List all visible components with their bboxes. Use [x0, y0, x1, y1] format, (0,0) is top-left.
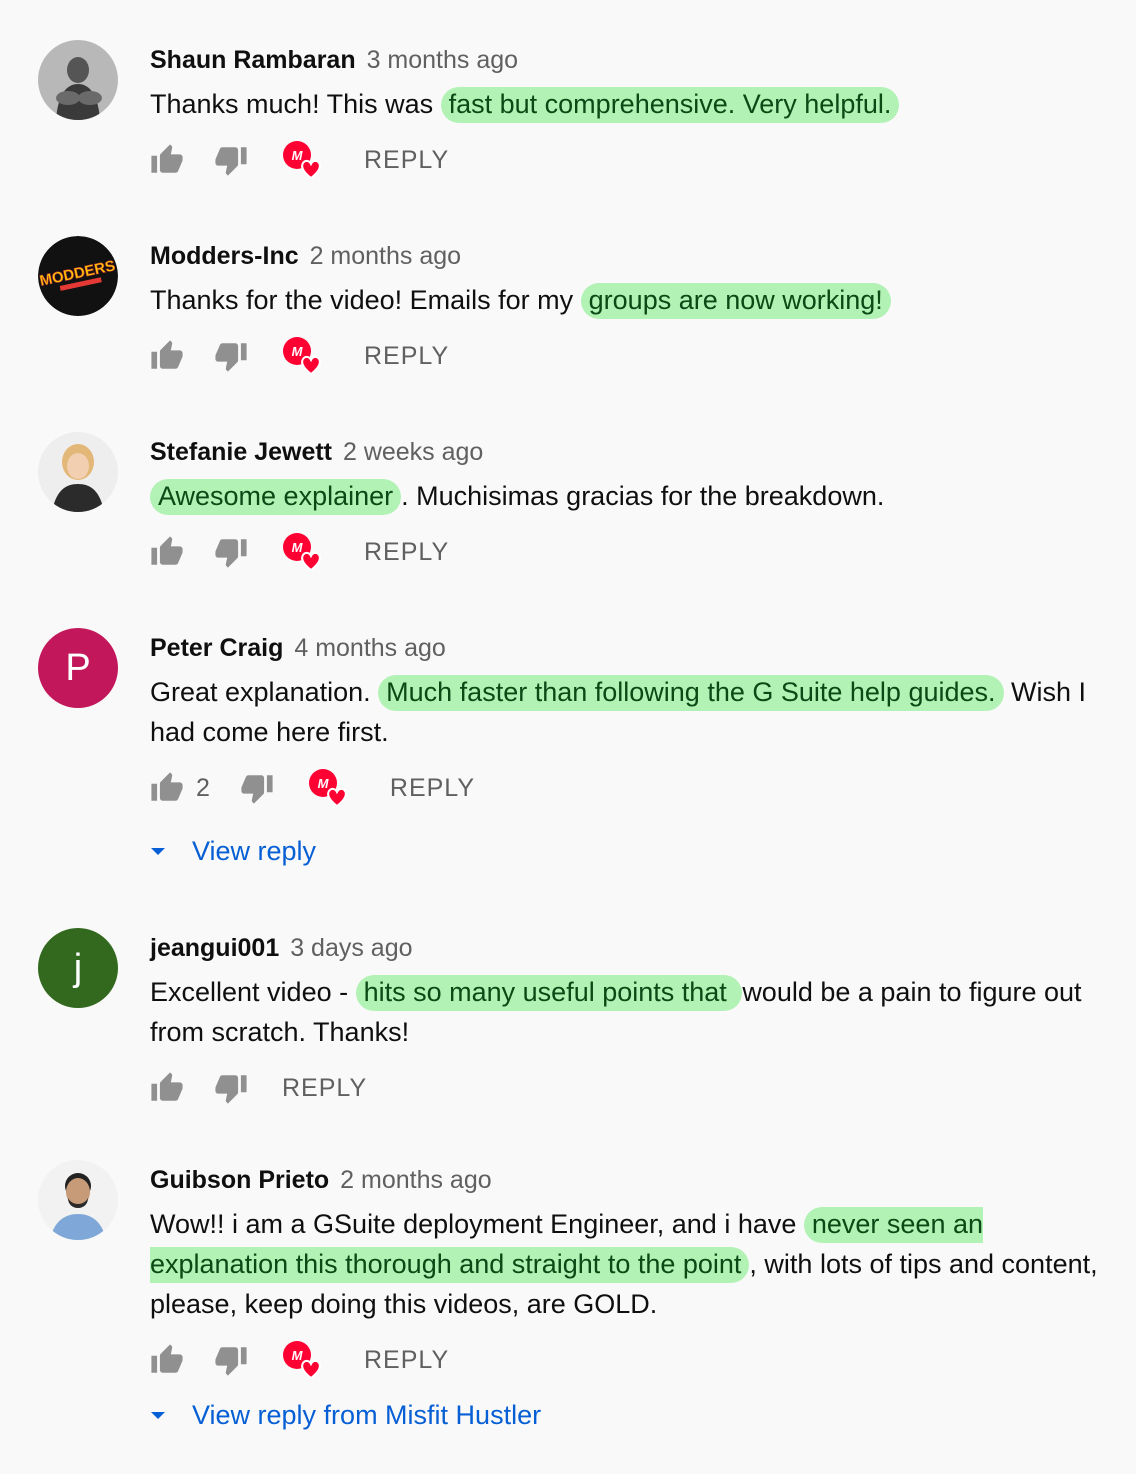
author-name[interactable]: Shaun Rambaran: [150, 46, 356, 74]
svg-text:M: M: [292, 540, 304, 555]
chevron-down-icon: [146, 840, 170, 864]
comment-text: Thanks for the video! Emails for my grou…: [150, 280, 1110, 320]
view-replies-button[interactable]: View reply from Misfit Hustler: [146, 1400, 541, 1431]
avatar-letter: j: [73, 946, 83, 989]
text-segment: Thanks for the video! Emails for my: [150, 285, 581, 315]
timestamp[interactable]: 2 weeks ago: [343, 438, 483, 466]
timestamp[interactable]: 2 months ago: [310, 242, 462, 270]
user-photo-icon: [38, 1160, 118, 1240]
highlighted-text: fast but comprehensive. Very helpful.: [440, 87, 900, 123]
comment-actions: M REPLY: [150, 532, 1110, 572]
comment-actions: M REPLY: [150, 336, 1110, 376]
avatar[interactable]: [38, 1160, 118, 1240]
thumbs-down-icon[interactable]: [214, 143, 248, 177]
comment-header: Peter Craig 4 months ago: [150, 628, 1110, 668]
highlighted-text: Much faster than following the G Suite h…: [378, 675, 1004, 711]
comment-header: Shaun Rambaran 3 months ago: [150, 40, 1110, 80]
creator-heart-icon: M: [282, 336, 324, 376]
reply-button[interactable]: REPLY: [364, 342, 449, 371]
timestamp[interactable]: 3 days ago: [290, 934, 412, 962]
author-name[interactable]: Stefanie Jewett: [150, 438, 332, 466]
timestamp[interactable]: 3 months ago: [367, 46, 519, 74]
reply-button[interactable]: REPLY: [390, 774, 475, 803]
like-count: 2: [196, 773, 210, 802]
thumbs-up-icon[interactable]: [150, 1343, 184, 1377]
comment-body: Peter Craig 4 months ago Great explanatio…: [150, 628, 1110, 808]
thumbs-up-icon[interactable]: [150, 339, 184, 373]
comment-actions: M REPLY: [150, 1340, 1110, 1380]
text-segment: Excellent video -: [150, 977, 356, 1007]
view-replies-label: View reply: [192, 836, 317, 866]
avatar[interactable]: MODDERS: [38, 236, 118, 316]
avatar[interactable]: j: [38, 928, 118, 1008]
svg-text:M: M: [317, 776, 329, 791]
avatar[interactable]: P: [38, 628, 118, 708]
avatar-letter: P: [65, 646, 91, 689]
text-segment: Thanks much! This was: [150, 89, 441, 119]
text-segment: Wow!! i am a GSuite deployment Engineer,…: [150, 1209, 804, 1239]
highlighted-text: groups are now working!: [580, 283, 891, 319]
comment-body: jeangui001 3 days ago Excellent video - h…: [150, 928, 1110, 1108]
comment-text: Wow!! i am a GSuite deployment Engineer,…: [150, 1204, 1110, 1324]
comment-actions: 2 M REPLY: [150, 768, 1110, 808]
comment-text: Awesome explainer. Muchisimas gracias fo…: [150, 476, 1110, 516]
comment-body: Stefanie Jewett 2 weeks ago Awesome expla…: [150, 432, 1110, 572]
avatar[interactable]: [38, 432, 118, 512]
comments-list: Shaun Rambaran 3 months ago Thanks much! …: [0, 0, 1136, 1474]
author-name[interactable]: Modders-Inc: [150, 242, 299, 270]
author-name[interactable]: jeangui001: [150, 934, 279, 962]
thumbs-down-icon[interactable]: [214, 535, 248, 569]
view-replies-button[interactable]: View reply: [146, 836, 316, 867]
user-photo-icon: [38, 432, 118, 512]
thumbs-down-icon[interactable]: [214, 1071, 248, 1105]
text-segment: Great explanation.: [150, 677, 379, 707]
reply-button[interactable]: REPLY: [364, 1346, 449, 1375]
user-photo-icon: [38, 40, 118, 120]
comment-header: jeangui001 3 days ago: [150, 928, 1110, 968]
creator-heart-icon: M: [282, 1340, 324, 1380]
reply-button[interactable]: REPLY: [364, 146, 449, 175]
creator-heart-icon: M: [308, 768, 350, 808]
thumbs-up-icon[interactable]: [150, 535, 184, 569]
thumbs-down-icon[interactable]: [214, 1343, 248, 1377]
comment-text: Great explanation. Much faster than foll…: [150, 672, 1110, 752]
view-replies-label: View reply from Misfit Hustler: [192, 1400, 542, 1430]
comment-actions: M REPLY: [150, 140, 1110, 180]
reply-button[interactable]: REPLY: [364, 538, 449, 567]
chevron-down-icon: [146, 1404, 170, 1428]
thumbs-down-icon[interactable]: [214, 339, 248, 373]
comment-body: Guibson Prieto 2 months ago Wow!! i am a …: [150, 1160, 1110, 1380]
comment-header: Modders-Inc 2 months ago: [150, 236, 1110, 276]
reply-button[interactable]: REPLY: [282, 1074, 367, 1103]
comment-actions: REPLY: [150, 1068, 1110, 1108]
creator-heart-icon: M: [282, 140, 324, 180]
author-name[interactable]: Peter Craig: [150, 634, 283, 662]
comment-text: Thanks much! This was fast but comprehen…: [150, 84, 1110, 124]
comment-text: Excellent video - hits so many useful po…: [150, 972, 1110, 1052]
creator-heart-icon: M: [282, 532, 324, 572]
comment-header: Guibson Prieto 2 months ago: [150, 1160, 1110, 1200]
text-segment: . Muchisimas gracias for the breakdown.: [401, 481, 885, 511]
timestamp[interactable]: 2 months ago: [340, 1166, 492, 1194]
thumbs-up-icon[interactable]: [150, 1071, 184, 1105]
highlighted-text: Awesome explainer: [150, 479, 402, 515]
thumbs-down-icon[interactable]: [240, 771, 274, 805]
comment-body: Shaun Rambaran 3 months ago Thanks much! …: [150, 40, 1110, 180]
avatar[interactable]: [38, 40, 118, 120]
author-name[interactable]: Guibson Prieto: [150, 1166, 329, 1194]
thumbs-up-icon[interactable]: [150, 771, 184, 805]
comment-body: Modders-Inc 2 months ago Thanks for the v…: [150, 236, 1110, 376]
thumbs-up-icon[interactable]: [150, 143, 184, 177]
comment-header: Stefanie Jewett 2 weeks ago: [150, 432, 1110, 472]
svg-text:M: M: [292, 1348, 304, 1363]
timestamp[interactable]: 4 months ago: [294, 634, 446, 662]
modders-logo-icon: MODDERS: [38, 236, 118, 316]
svg-text:M: M: [292, 344, 304, 359]
svg-text:M: M: [292, 148, 304, 163]
highlighted-text: hits so many useful points that: [355, 975, 743, 1011]
